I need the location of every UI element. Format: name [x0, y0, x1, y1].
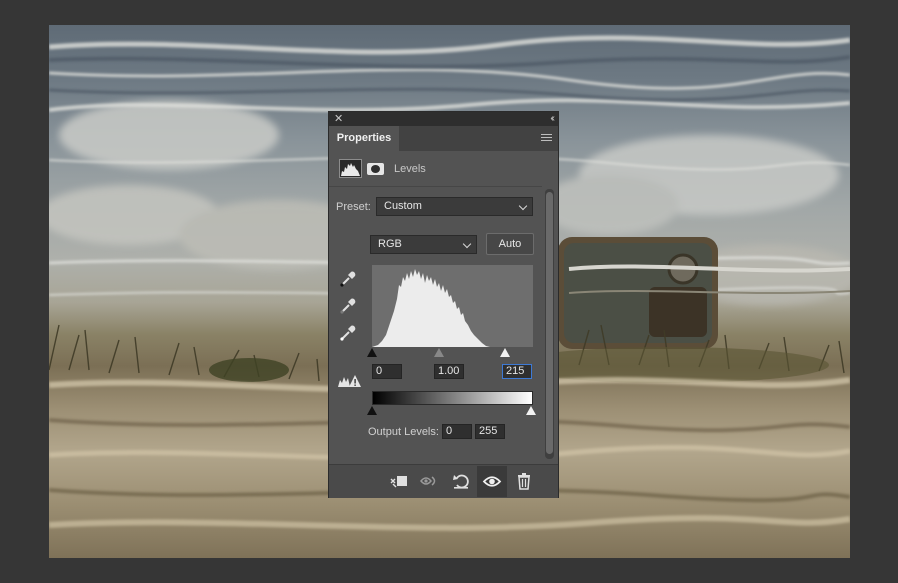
input-gamma-slider[interactable] [434, 348, 444, 357]
output-white-field[interactable]: 255 [475, 424, 505, 439]
clipping-warning-icon[interactable] [338, 374, 362, 388]
input-white-slider[interactable] [500, 348, 510, 357]
tab-properties[interactable]: Properties [329, 126, 399, 152]
input-black-field[interactable]: 0 [372, 364, 402, 379]
input-gamma-field[interactable]: 1.00 [434, 364, 464, 379]
auto-button[interactable]: Auto [486, 233, 534, 255]
input-black-slider[interactable] [367, 348, 377, 357]
trash-icon[interactable] [514, 471, 534, 491]
visibility-eye-icon [482, 476, 502, 487]
channel-value: RGB [378, 238, 402, 250]
input-white-field[interactable]: 215 [502, 364, 532, 379]
view-previous-state-icon[interactable] [420, 471, 440, 491]
black-point-eyedropper-icon[interactable] [339, 270, 357, 288]
output-black-slider[interactable] [367, 406, 377, 415]
output-gradient-bar [372, 391, 533, 405]
preset-label: Preset: [336, 201, 371, 213]
preset-select[interactable]: Custom [376, 197, 533, 216]
chevron-down-icon [518, 201, 528, 211]
panel-bottom-bar [329, 464, 558, 498]
white-point-eyedropper-icon[interactable] [339, 324, 357, 342]
channel-select[interactable]: RGB [370, 235, 477, 254]
chevron-down-icon [462, 239, 472, 249]
panel-tabbar: Properties [329, 126, 558, 152]
mask-icon[interactable] [367, 163, 384, 175]
close-icon[interactable]: ✕ [334, 112, 343, 126]
scrollbar-thumb[interactable] [546, 192, 553, 454]
adjustment-title: Levels [394, 163, 426, 175]
levels-histogram [372, 265, 533, 347]
properties-panel: ✕ ‹‹ Properties Levels Preset: Custom RG… [328, 111, 559, 498]
preset-value: Custom [384, 200, 422, 212]
output-white-slider[interactable] [526, 406, 536, 415]
visibility-toggle[interactable] [477, 466, 507, 497]
panel-titlebar[interactable]: ✕ ‹‹ [329, 112, 558, 126]
adjustment-header: Levels [329, 153, 542, 187]
output-black-field[interactable]: 0 [442, 424, 472, 439]
collapse-icon[interactable]: ‹‹ [550, 112, 554, 126]
levels-histogram-icon[interactable] [339, 159, 362, 178]
clip-to-layer-icon[interactable] [389, 471, 409, 491]
output-levels-label: Output Levels: [368, 426, 439, 438]
reset-icon[interactable] [451, 471, 471, 491]
gray-point-eyedropper-icon[interactable] [339, 297, 357, 315]
panel-menu-icon[interactable] [541, 134, 552, 143]
